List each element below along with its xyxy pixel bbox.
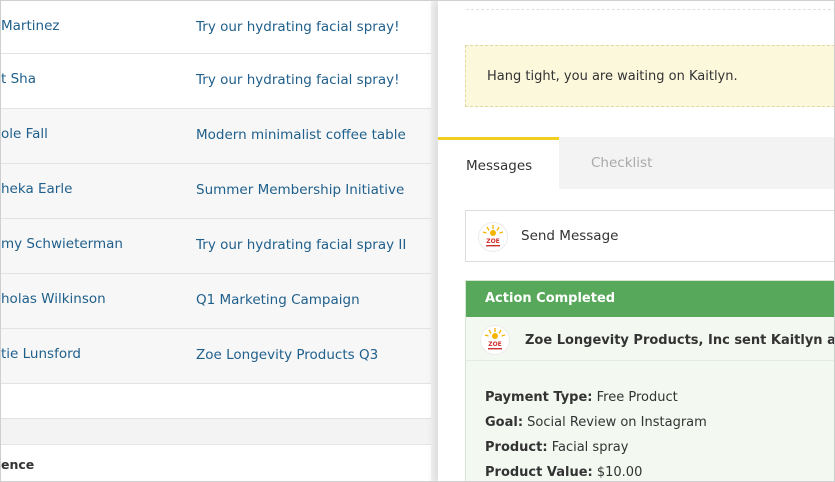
app-frame: Martinez Try our hydrating facial spray!… [0, 0, 835, 482]
tab-checklist[interactable]: Checklist [559, 137, 679, 189]
pitch-sender: ZOE Zoe Longevity Products, Inc sent Kai… [466, 317, 835, 361]
action-completed-title: Action Completed [485, 291, 616, 306]
detail-tabs: Messages Checklist [438, 137, 834, 189]
waiting-notice: Hang tight, you are waiting on Kaitlyn. [465, 45, 834, 107]
action-completed-header: Action Completed [466, 281, 834, 317]
table-row[interactable]: ole Fall Modern minimalist coffee table [1, 109, 431, 164]
product-value: Facial spray [547, 440, 629, 455]
waiting-notice-text: Hang tight, you are waiting on Kaitlyn. [487, 69, 738, 84]
svg-text:ZOE: ZOE [488, 341, 502, 348]
campaign-link[interactable]: Try our hydrating facial spray II [196, 219, 406, 271]
influencer-name-link[interactable]: heka Earle [1, 164, 72, 214]
influencer-name-link[interactable]: my Schwieterman [1, 219, 123, 269]
campaign-link[interactable]: Q1 Marketing Campaign [196, 274, 360, 326]
influencer-name-link[interactable]: ole Fall [1, 109, 48, 159]
payment-type-label: Payment Type: [485, 390, 593, 405]
goal-field: Goal: Social Review on Instagram [485, 415, 707, 430]
influencer-name-link[interactable]: Martinez [1, 1, 59, 51]
payment-type-field: Payment Type: Free Product [485, 390, 678, 405]
influencer-list-panel: Martinez Try our hydrating facial spray!… [1, 1, 438, 481]
section-header: ence [1, 444, 431, 481]
product-field: Product: Facial spray [485, 440, 628, 455]
tab-checklist-label: Checklist [591, 155, 653, 171]
goal-label: Goal: [485, 415, 524, 430]
send-message-label: Send Message [521, 228, 619, 244]
influencer-table: Martinez Try our hydrating facial spray!… [1, 1, 431, 419]
goal-value: Social Review on Instagram [523, 415, 707, 430]
tab-messages-label: Messages [466, 158, 533, 174]
send-message-button[interactable]: ZOE Send Message [465, 210, 834, 262]
product-value-amount: $10.00 [592, 465, 643, 480]
table-row[interactable]: tie Lunsford Zoe Longevity Products Q3 [1, 329, 431, 384]
campaign-link[interactable]: Modern minimalist coffee table [196, 109, 406, 161]
product-value-label: Product Value: [485, 465, 593, 480]
brand-logo-icon: ZOE [478, 222, 508, 256]
influencer-name-link[interactable]: tie Lunsford [1, 329, 81, 379]
svg-text:ZOE: ZOE [486, 238, 500, 245]
influencer-name-link[interactable]: t Sha [1, 54, 36, 104]
product-value-field: Product Value: $10.00 [485, 465, 642, 480]
section-header-label: ence [1, 457, 35, 472]
payment-type-value: Free Product [592, 390, 678, 405]
table-row[interactable]: holas Wilkinson Q1 Marketing Campaign [1, 274, 431, 329]
detail-panel: Hang tight, you are waiting on Kaitlyn. … [438, 1, 835, 481]
campaign-link[interactable]: Try our hydrating facial spray! [196, 54, 400, 106]
campaign-link[interactable]: Try our hydrating facial spray! [196, 1, 400, 53]
tab-messages[interactable]: Messages [438, 137, 559, 189]
table-row[interactable]: my Schwieterman Try our hydrating facial… [1, 219, 431, 274]
table-spacer [1, 384, 431, 419]
influencer-name-link[interactable]: holas Wilkinson [1, 274, 106, 324]
campaign-link[interactable]: Summer Membership Initiative [196, 164, 404, 216]
table-row[interactable]: t Sha Try our hydrating facial spray! [1, 54, 431, 109]
action-completed-card: Action Completed ZOE Zoe Longevity Produ… [465, 280, 835, 481]
table-row[interactable]: heka Earle Summer Membership Initiative [1, 164, 431, 219]
campaign-link[interactable]: Zoe Longevity Products Q3 [196, 329, 378, 381]
brand-logo-icon: ZOE [480, 325, 510, 359]
divider [466, 9, 834, 10]
table-row[interactable]: Martinez Try our hydrating facial spray! [1, 1, 431, 54]
product-label: Product: [485, 440, 548, 455]
pitch-sender-text: Zoe Longevity Products, Inc sent Kaitlyn… [525, 333, 835, 348]
